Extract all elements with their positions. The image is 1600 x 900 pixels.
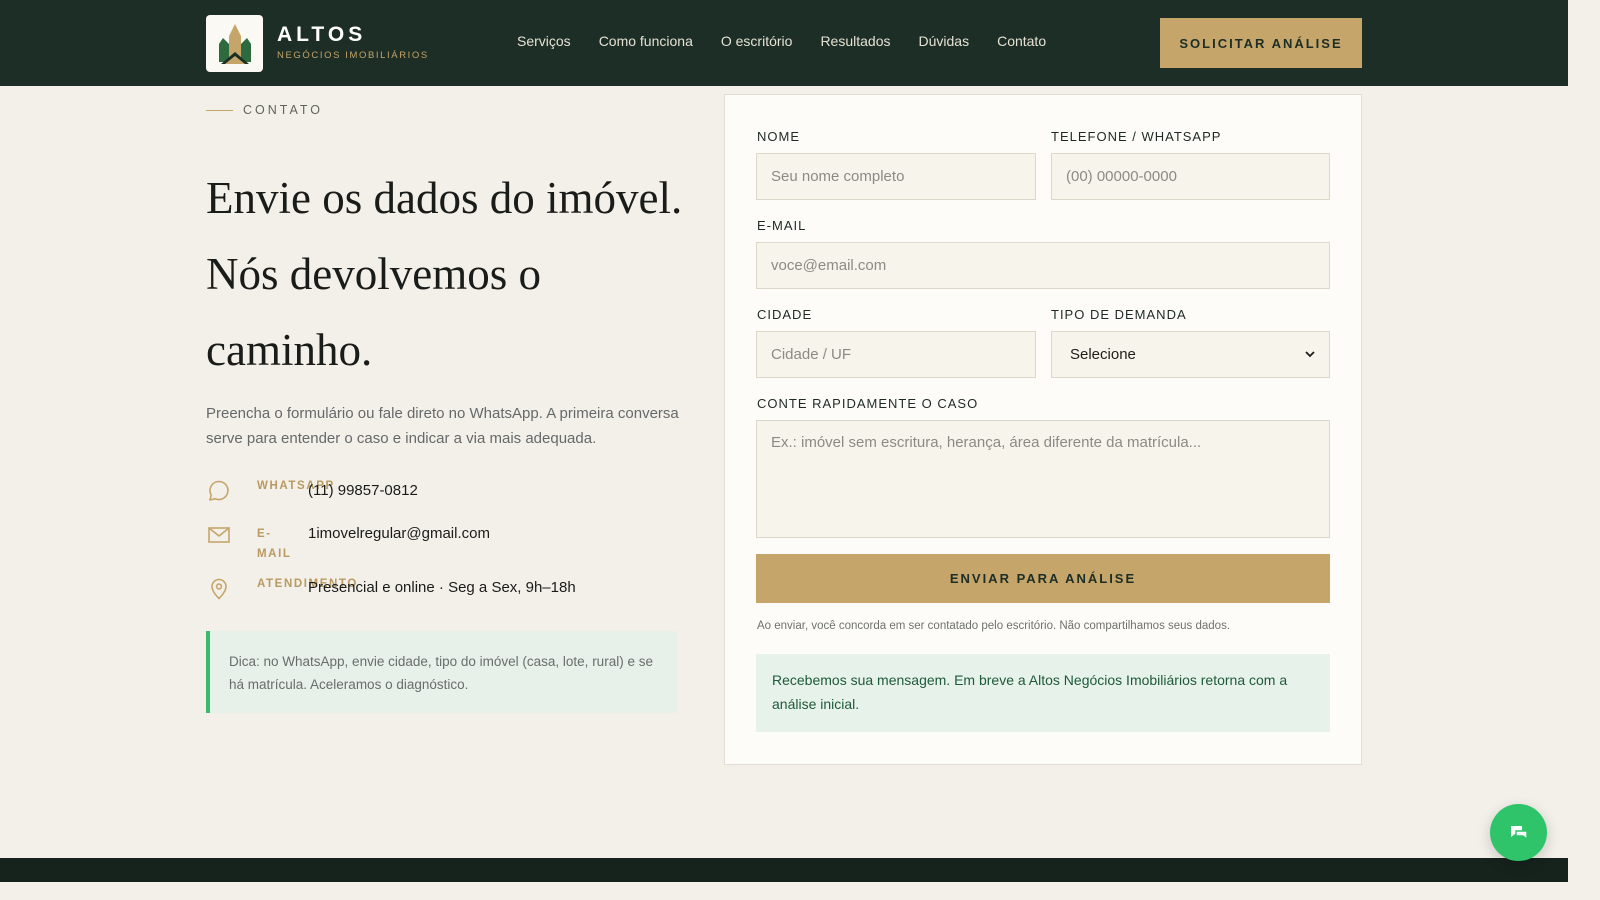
email-field-wrapper xyxy=(756,242,1330,289)
submit-button[interactable]: ENVIAR PARA ANÁLISE xyxy=(756,554,1330,603)
section-lead: Preencha o formulário ou fale direto no … xyxy=(206,405,679,447)
case-label: CONTE RAPIDAMENTE O CASO xyxy=(757,396,979,411)
demand-select-value: Selecione xyxy=(1070,346,1136,363)
contact-label-email: E-MAIL xyxy=(257,528,292,560)
eyebrow-divider xyxy=(206,110,233,111)
section-eyebrow: CONTATO xyxy=(243,103,324,117)
footer xyxy=(0,858,1568,882)
location-pin-icon xyxy=(206,576,232,602)
whatsapp-chat-button[interactable] xyxy=(1490,804,1547,861)
nav-o-escritorio[interactable]: O escritório xyxy=(721,33,793,49)
phone-label: TELEFONE / WHATSAPP xyxy=(1051,129,1222,144)
nav-resultados[interactable]: Resultados xyxy=(820,33,890,49)
nav-contato[interactable]: Contato xyxy=(997,33,1046,49)
name-label: NOME xyxy=(757,129,800,144)
success-message: Recebemos sua mensagem. Em breve a Altos… xyxy=(756,654,1330,732)
city-input[interactable] xyxy=(771,346,1021,363)
demand-select[interactable]: Selecione xyxy=(1051,331,1330,378)
nav-duvidas[interactable]: Dúvidas xyxy=(918,33,969,49)
site-header: ALTOS NEGÓCIOS IMOBILIÁRIOS Serviços Com… xyxy=(0,0,1568,86)
email-input[interactable] xyxy=(771,257,1315,274)
name-field-wrapper xyxy=(756,153,1036,200)
phone-input[interactable] xyxy=(1066,168,1315,185)
contact-value-hours: Presencial e online · Seg a Sex, 9h–18h xyxy=(308,579,576,596)
city-field-wrapper xyxy=(756,331,1036,378)
case-textarea[interactable] xyxy=(771,434,1315,524)
brand-logo[interactable] xyxy=(206,15,263,72)
privacy-disclaimer: Ao enviar, você concorda em ser contatad… xyxy=(757,620,1231,632)
demand-label: TIPO DE DEMANDA xyxy=(1051,307,1187,322)
mail-icon xyxy=(206,522,232,548)
request-analysis-button[interactable]: SOLICITAR ANÁLISE xyxy=(1160,18,1362,68)
whatsapp-icon xyxy=(206,478,232,504)
nav-como-funciona[interactable]: Como funciona xyxy=(599,33,693,49)
chat-bubble-icon xyxy=(1510,825,1528,840)
email-label: E-MAIL xyxy=(757,218,807,233)
contact-value-whatsapp[interactable]: (11) 99857-0812 xyxy=(308,482,418,499)
city-label: CIDADE xyxy=(757,307,813,322)
brand-tagline: NEGÓCIOS IMOBILIÁRIOS xyxy=(277,50,429,61)
contact-value-email[interactable]: 1imovelregular@gmail.com xyxy=(308,525,490,542)
main-nav: Serviços Como funciona O escritório Resu… xyxy=(517,33,1074,49)
phone-field-wrapper xyxy=(1051,153,1330,200)
case-field-wrapper xyxy=(756,420,1330,538)
chevron-down-icon xyxy=(1305,349,1315,361)
name-input[interactable] xyxy=(771,168,1021,185)
section-headline: Envie os dados do imóvel. Nós devolvemos… xyxy=(206,173,683,375)
nav-servicos[interactable]: Serviços xyxy=(517,33,571,49)
brand-name: ALTOS xyxy=(277,23,367,46)
building-logo-icon xyxy=(219,24,251,64)
whatsapp-tip: Dica: no WhatsApp, envie cidade, tipo do… xyxy=(206,631,677,713)
